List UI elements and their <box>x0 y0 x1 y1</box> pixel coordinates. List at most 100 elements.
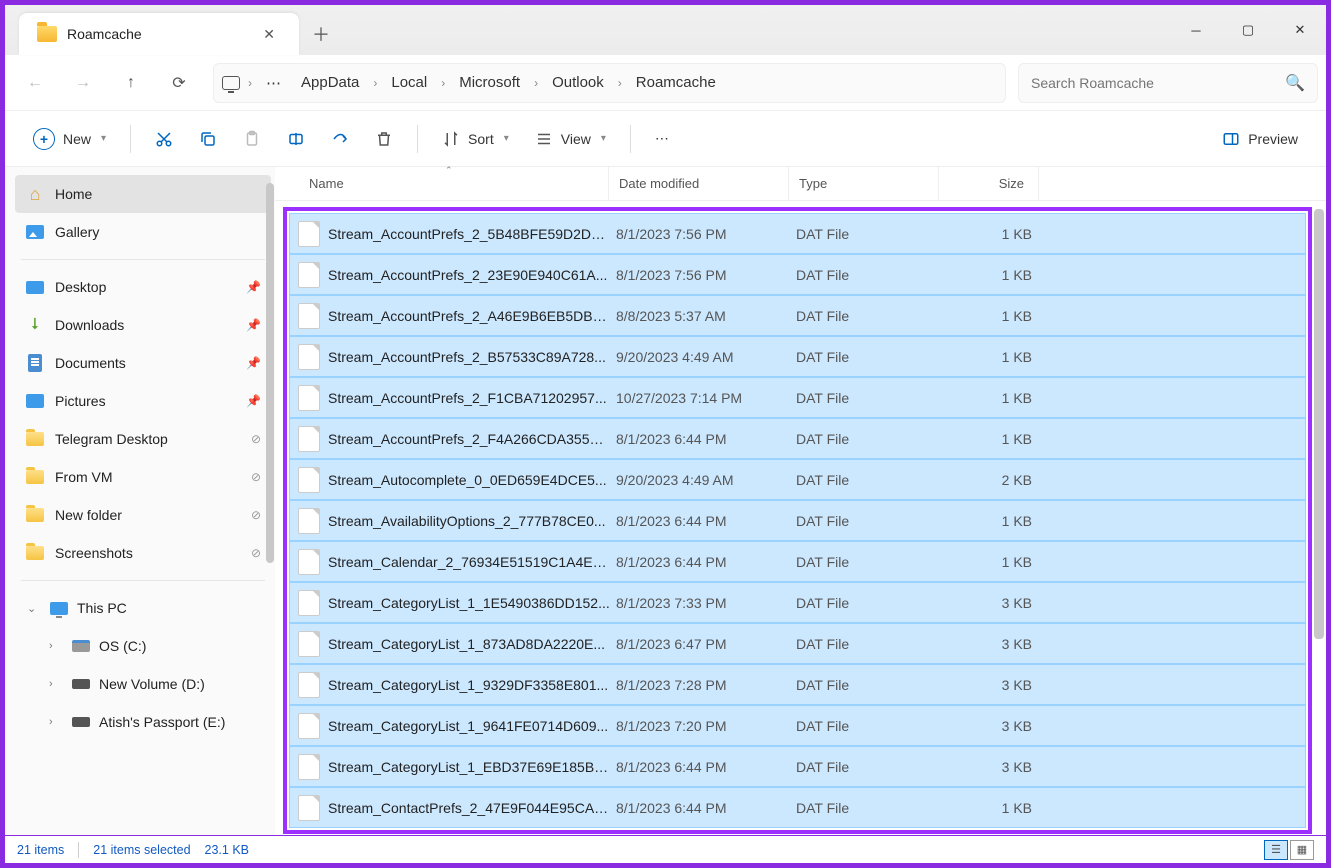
drive-icon <box>71 674 91 694</box>
up-button[interactable]: ↑ <box>109 63 153 103</box>
file-row[interactable]: Stream_CategoryList_1_873AD8DA2220E...8/… <box>289 623 1306 664</box>
file-size: 1 KB <box>940 390 1032 406</box>
file-size: 3 KB <box>940 677 1032 693</box>
file-name: Stream_Autocomplete_0_0ED659E4DCE5... <box>328 472 610 488</box>
close-tab-icon[interactable]: ✕ <box>257 20 281 49</box>
file-row[interactable]: Stream_AccountPrefs_2_F1CBA71202957...10… <box>289 377 1306 418</box>
file-date: 8/1/2023 6:44 PM <box>610 431 790 447</box>
file-row[interactable]: Stream_AccountPrefs_2_F4A266CDA355E...8/… <box>289 418 1306 459</box>
share-button[interactable] <box>321 119 359 159</box>
home-icon: ⌂ <box>25 184 45 204</box>
paste-button[interactable] <box>233 119 271 159</box>
sidebar-item-home[interactable]: ⌂ Home <box>15 175 271 213</box>
file-list: Stream_AccountPrefs_2_5B48BFE59D2DD...8/… <box>275 201 1326 835</box>
address-bar[interactable]: › ⋯ AppData › Local › Microsoft › Outloo… <box>213 63 1006 103</box>
file-row[interactable]: Stream_CategoryList_1_EBD37E69E185B6...8… <box>289 746 1306 787</box>
sidebar-item-pinned[interactable]: ⭣Downloads📌 <box>15 306 271 344</box>
maximize-button[interactable]: ▢ <box>1222 5 1274 55</box>
sidebar-scrollbar[interactable] <box>265 175 275 775</box>
file-icon <box>298 795 320 821</box>
breadcrumb[interactable]: Microsoft <box>451 70 528 95</box>
sort-button[interactable]: Sort ▾ <box>432 119 519 159</box>
sidebar-item-pinned[interactable]: Telegram Desktop⊘ <box>15 420 271 458</box>
file-name: Stream_AccountPrefs_2_B57533C89A728... <box>328 349 610 365</box>
sidebar-item-drive[interactable]: ›New Volume (D:) <box>15 665 271 703</box>
sidebar-item-pinned[interactable]: Screenshots⊘ <box>15 534 271 572</box>
delete-button[interactable] <box>365 119 403 159</box>
scrollbar-thumb[interactable] <box>266 183 274 563</box>
status-bar: 21 items 21 items selected 23.1 KB ☰ ▦ <box>5 835 1326 863</box>
breadcrumb[interactable]: Roamcache <box>628 70 724 95</box>
sidebar-item-pinned[interactable]: Desktop 📌 <box>15 268 271 306</box>
sidebar-label: Pictures <box>55 393 106 409</box>
search-box[interactable]: 🔍 <box>1018 63 1318 103</box>
breadcrumb[interactable]: Local <box>383 70 435 95</box>
sidebar-item-pinned[interactable]: New folder⊘ <box>15 496 271 534</box>
breadcrumb-overflow[interactable]: ⋯ <box>258 70 289 96</box>
file-row[interactable]: Stream_Calendar_2_76934E51519C1A4EA...8/… <box>289 541 1306 582</box>
scrollbar-thumb[interactable] <box>1314 209 1324 639</box>
file-date: 9/20/2023 4:49 AM <box>610 349 790 365</box>
column-date[interactable]: Date modified <box>609 167 789 200</box>
back-button[interactable]: ← <box>13 63 57 103</box>
file-row[interactable]: Stream_CategoryList_1_9641FE0714D609...8… <box>289 705 1306 746</box>
file-row[interactable]: Stream_AccountPrefs_2_B57533C89A728...9/… <box>289 336 1306 377</box>
new-button[interactable]: + New ▾ <box>23 119 116 159</box>
refresh-button[interactable]: ⟳ <box>157 63 201 103</box>
column-type[interactable]: Type <box>789 167 939 200</box>
file-row[interactable]: Stream_Autocomplete_0_0ED659E4DCE5...9/2… <box>289 459 1306 500</box>
minimize-button[interactable]: ─ <box>1170 5 1222 55</box>
column-name[interactable]: Name <box>299 167 609 200</box>
search-input[interactable] <box>1031 75 1285 91</box>
file-row[interactable]: Stream_AvailabilityOptions_2_777B78CE0..… <box>289 500 1306 541</box>
breadcrumb[interactable]: Outlook <box>544 70 612 95</box>
chevron-right-icon: › <box>49 640 63 652</box>
copy-button[interactable] <box>189 119 227 159</box>
titlebar: Roamcache ✕ ＋ ─ ▢ ✕ <box>5 5 1326 55</box>
preview-button[interactable]: Preview <box>1212 119 1308 159</box>
forward-button[interactable]: → <box>61 63 105 103</box>
sidebar-item-gallery[interactable]: Gallery <box>15 213 271 251</box>
file-size: 1 KB <box>940 554 1032 570</box>
sidebar-item-pinned[interactable]: From VM⊘ <box>15 458 271 496</box>
pin-icon: 📌 <box>246 280 261 294</box>
chevron-right-icon: › <box>371 76 379 90</box>
more-button[interactable]: ⋯ <box>645 119 679 159</box>
file-row[interactable]: Stream_ContactPrefs_2_47E9F044E95CA0...8… <box>289 787 1306 828</box>
drive-icon <box>71 636 91 656</box>
rename-button[interactable] <box>277 119 315 159</box>
folder-icon <box>37 26 57 42</box>
file-row[interactable]: Stream_CategoryList_1_9329DF3358E801...8… <box>289 664 1306 705</box>
view-button[interactable]: View ▾ <box>525 119 616 159</box>
file-row[interactable]: Stream_AccountPrefs_2_A46E9B6EB5DB2...8/… <box>289 295 1306 336</box>
file-row[interactable]: Stream_AccountPrefs_2_23E90E940C61A...8/… <box>289 254 1306 295</box>
file-name: Stream_Calendar_2_76934E51519C1A4EA... <box>328 554 610 570</box>
file-icon <box>298 426 320 452</box>
close-window-button[interactable]: ✕ <box>1274 5 1326 55</box>
sidebar-item-thispc[interactable]: ⌄ This PC <box>15 589 271 627</box>
chevron-down-icon: ▾ <box>601 133 606 144</box>
column-size[interactable]: Size <box>939 167 1039 200</box>
status-selected: 21 items selected <box>93 843 190 857</box>
sidebar-item-pinned[interactable]: Documents📌 <box>15 344 271 382</box>
sidebar-label: Desktop <box>55 279 106 295</box>
cut-button[interactable] <box>145 119 183 159</box>
pc-icon <box>222 76 240 90</box>
preview-label: Preview <box>1248 131 1298 147</box>
content-scrollbar[interactable] <box>1312 201 1326 835</box>
file-icon <box>298 262 320 288</box>
file-name: Stream_CategoryList_1_9329DF3358E801... <box>328 677 610 693</box>
thumbnails-view-button[interactable]: ▦ <box>1290 840 1314 860</box>
breadcrumb[interactable]: AppData <box>293 70 367 95</box>
sidebar-item-drive[interactable]: ›OS (C:) <box>15 627 271 665</box>
file-size: 3 KB <box>940 636 1032 652</box>
file-row[interactable]: Stream_CategoryList_1_1E5490386DD152...8… <box>289 582 1306 623</box>
sidebar-item-drive[interactable]: ›Atish's Passport (E:) <box>15 703 271 741</box>
toolbar: + New ▾ Sort ▾ View ▾ ⋯ Preview <box>5 111 1326 167</box>
tab-roamcache[interactable]: Roamcache ✕ <box>19 13 299 55</box>
new-tab-button[interactable]: ＋ <box>299 13 343 55</box>
sidebar-item-pinned[interactable]: Pictures📌 <box>15 382 271 420</box>
details-view-button[interactable]: ☰ <box>1264 840 1288 860</box>
file-date: 8/1/2023 6:44 PM <box>610 759 790 775</box>
file-row[interactable]: Stream_AccountPrefs_2_5B48BFE59D2DD...8/… <box>289 213 1306 254</box>
